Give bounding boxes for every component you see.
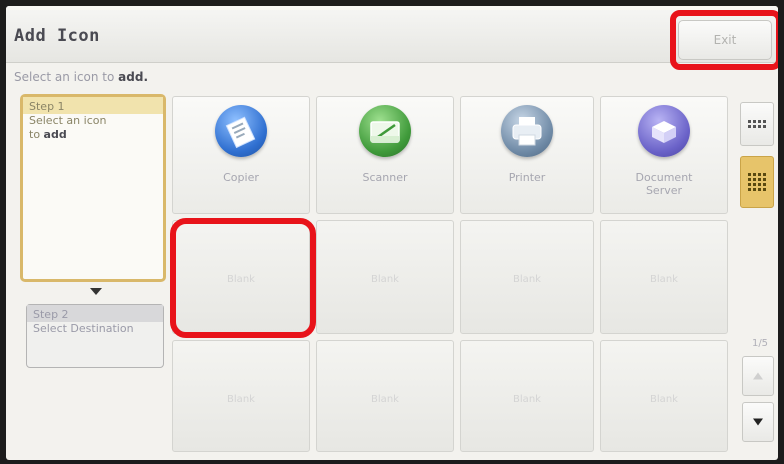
blank-slot[interactable]: Blank (600, 220, 728, 334)
exit-button[interactable]: Exit (678, 20, 772, 60)
step-1-panel: Step 1 Select an icon to add (20, 94, 166, 282)
instruction-text: Select an icon to add. (14, 70, 148, 84)
copier-label: Copier (223, 171, 259, 184)
blank-slot[interactable]: Blank (460, 220, 594, 334)
arrow-down-icon (753, 418, 763, 426)
small-grid-icon (748, 120, 766, 128)
blank-label: Blank (650, 394, 678, 405)
title-bar: Add Icon (6, 6, 778, 63)
large-grid-view-button[interactable] (740, 156, 774, 208)
blank-label: Blank (513, 274, 541, 285)
step-1-text-line2: to add (29, 128, 157, 142)
page-title: Add Icon (14, 26, 100, 46)
blank-label: Blank (227, 274, 255, 285)
blank-slot[interactable]: Blank (316, 340, 454, 452)
instruction-emphasis: add. (118, 70, 149, 84)
scanner-label: Scanner (362, 171, 408, 184)
page-down-button[interactable] (742, 402, 774, 442)
small-grid-view-button[interactable] (740, 102, 774, 146)
scanner-icon (359, 105, 411, 157)
printer-tile[interactable]: Printer (460, 96, 594, 214)
step-2-heading: Step 2 (27, 305, 163, 322)
step-1-text-emphasis: add (43, 128, 67, 141)
blank-label: Blank (371, 394, 399, 405)
document-server-label-line2: Server (645, 184, 683, 197)
step-1-text-prefix: to (29, 128, 44, 141)
step-arrow-down-icon (90, 288, 102, 295)
step-1-text: Select an icon (29, 114, 107, 127)
document-server-icon (638, 105, 690, 157)
blank-slot[interactable]: Blank (460, 340, 594, 452)
blank-slot[interactable]: Blank (172, 220, 310, 334)
step-2-text: Select Destination (33, 322, 134, 335)
step-1-heading: Step 1 (23, 97, 163, 114)
step-2-panel: Step 2 Select Destination (26, 304, 164, 368)
printer-label: Printer (508, 171, 546, 184)
instruction-prefix: Select an icon to (14, 70, 119, 84)
page-indicator: 1/5 (751, 338, 769, 349)
page-up-button[interactable] (742, 356, 774, 396)
add-icon-screen: Add Icon Exit Select an icon to add. Ste… (6, 6, 778, 460)
document-server-tile[interactable]: Document Server (600, 96, 728, 214)
blank-slot[interactable]: Blank (600, 340, 728, 452)
large-grid-icon (748, 173, 766, 191)
blank-label: Blank (650, 274, 678, 285)
blank-slot[interactable]: Blank (316, 220, 454, 334)
blank-label: Blank (227, 394, 255, 405)
copier-tile[interactable]: Copier (172, 96, 310, 214)
document-server-label-line1: Document (635, 171, 693, 184)
scanner-tile[interactable]: Scanner (316, 96, 454, 214)
copier-icon (215, 105, 267, 157)
blank-label: Blank (513, 394, 541, 405)
document-server-label: Document Server (601, 171, 727, 197)
arrow-up-icon (753, 372, 763, 380)
blank-slot[interactable]: Blank (172, 340, 310, 452)
printer-icon (501, 105, 553, 157)
blank-label: Blank (371, 274, 399, 285)
